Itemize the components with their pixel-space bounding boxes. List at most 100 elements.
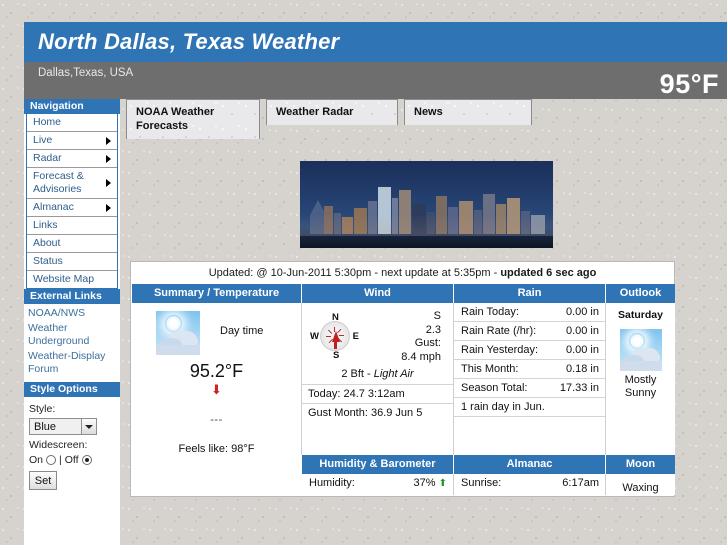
rain-row-value: 17.33 in	[559, 382, 599, 394]
tab-bar: NOAA Weather Forecasts Weather Radar New…	[126, 99, 727, 139]
current-temperature: 95°F	[659, 69, 719, 99]
rain-row-label: Rain Rate (/hr):	[461, 325, 537, 337]
column-header-rain: Rain	[454, 284, 606, 303]
rain-cell: Rain Today: 0.00 in Rain Rate (/hr): 0.0…	[454, 303, 606, 455]
weather-data-row: Day time 95.2°F ⬇ --- Feels like: 98°F N…	[132, 303, 675, 455]
external-link-noaa-nws[interactable]: NOAA/NWS	[26, 306, 120, 321]
sidebar-item-label: Radar	[33, 152, 62, 164]
rain-row-label: Rain Today:	[461, 306, 519, 318]
column-header-summary: Summary / Temperature	[132, 284, 302, 303]
outlook-day: Saturday	[618, 309, 663, 321]
chevron-right-icon	[106, 154, 111, 163]
sidebar-item-label: Almanac	[33, 201, 74, 213]
rain-row: This Month: 0.18 in	[454, 360, 605, 379]
moon-phase: Waxing	[622, 482, 659, 494]
mostly-sunny-icon	[156, 311, 200, 355]
column-header-moon: Moon	[606, 455, 675, 474]
humidity-trend-up-icon: ⬆	[438, 478, 447, 489]
weather-summary-panel: Updated: @ 10-Jun-2011 5:30pm - next upd…	[130, 261, 675, 497]
sidebar-item-label: Links	[33, 219, 58, 231]
column-header-wind: Wind	[302, 284, 454, 303]
chevron-right-icon	[106, 203, 111, 212]
sidebar-item-forecast-advisories[interactable]: Forecast & Advisories	[27, 168, 117, 199]
chevron-down-icon	[81, 419, 96, 434]
almanac-cell: Sunrise: 6:17am	[454, 474, 606, 495]
rain-row-value: 0.00 in	[565, 306, 599, 318]
secondary-data-row: Humidity: 37% ⬆ Sunrise: 6:17am Waxing	[132, 474, 675, 495]
secondary-header-spacer	[132, 455, 302, 474]
location-label: Dallas,Texas, USA	[38, 67, 134, 79]
summary-dashes: ---	[210, 414, 223, 426]
sidebar-item-live[interactable]: Live	[27, 132, 117, 150]
style-options-heading: Style Options	[24, 382, 120, 397]
summary-icon-row: Day time	[138, 311, 295, 355]
tab-noaa-weather-forecasts[interactable]: NOAA Weather Forecasts	[126, 99, 260, 139]
sunrise-label: Sunrise:	[461, 477, 502, 489]
weather-column-headers: Summary / Temperature Wind Rain Outlook	[132, 284, 675, 303]
sidebar-item-home[interactable]: Home	[27, 114, 117, 132]
set-button[interactable]: Set	[29, 471, 57, 490]
external-link-weather-underground[interactable]: Weather Underground	[26, 321, 120, 349]
sidebar: Navigation Home Live Radar Forecast & Ad…	[24, 99, 120, 545]
beaufort-description: Light Air	[373, 368, 414, 380]
sidebar-navigation-heading: Navigation	[24, 99, 120, 114]
wind-gust-month-row: Gust Month: 36.9 Jun 5	[302, 403, 453, 422]
compass-south-label: S	[333, 350, 340, 361]
update-status-ago: updated 6 sec ago	[500, 267, 597, 279]
beaufort-number: 2 Bft -	[341, 368, 374, 380]
moon-cell: Waxing	[606, 474, 675, 495]
tab-news[interactable]: News	[404, 99, 532, 125]
secondary-row-spacer	[132, 474, 302, 495]
wind-direction: S	[433, 310, 441, 322]
sidebar-item-almanac[interactable]: Almanac	[27, 199, 117, 217]
widescreen-off-radio[interactable]	[81, 455, 92, 465]
page-container: North Dallas, Texas Weather Dallas,Texas…	[24, 22, 727, 545]
sidebar-item-label: Live	[33, 134, 53, 146]
chevron-right-icon	[106, 136, 111, 145]
style-select[interactable]: Blue	[29, 418, 97, 435]
column-header-almanac: Almanac	[454, 455, 606, 474]
humidity-cell: Humidity: 37% ⬆	[302, 474, 454, 495]
humidity-value: 37%	[413, 477, 436, 489]
sidebar-item-about[interactable]: About	[27, 235, 117, 253]
tab-weather-radar[interactable]: Weather Radar	[266, 99, 398, 125]
rain-row-label: This Month:	[461, 363, 519, 375]
summary-temperature-value: 95.2°F	[189, 361, 244, 381]
style-label: Style:	[29, 403, 56, 415]
wind-speed: 2.3	[425, 323, 441, 336]
sidebar-external-links-heading: External Links	[24, 289, 120, 304]
wind-top-row: N S W E S 2.3 Gust: 8.4 mph	[302, 303, 453, 366]
humidity-label: Humidity:	[309, 477, 355, 489]
outlook-condition-line2: Sunny	[624, 387, 657, 399]
secondary-column-headers: Humidity & Barometer Almanac Moon	[132, 455, 675, 474]
widescreen-on-label: On	[29, 454, 44, 466]
summary-temperature-cell: Day time 95.2°F ⬇ --- Feels like: 98°F	[132, 303, 302, 455]
sidebar-item-links[interactable]: Links	[27, 217, 117, 235]
sidebar-item-status[interactable]: Status	[27, 253, 117, 271]
external-link-weather-display-forum[interactable]: Weather-Display Forum	[26, 349, 120, 377]
sunrise-value: 6:17am	[562, 477, 599, 489]
rain-row-value: 0.00 in	[565, 325, 599, 337]
sidebar-item-label: Forecast & Advisories	[33, 170, 84, 195]
widescreen-radio-group: On | Off	[29, 454, 115, 466]
body-wrapper: Navigation Home Live Radar Forecast & Ad…	[24, 99, 727, 545]
rain-row-value: 0.18 in	[565, 363, 599, 375]
widescreen-on-radio[interactable]	[46, 455, 57, 465]
wind-today-row: Today: 24.7 3:12am	[302, 384, 453, 403]
mostly-sunny-icon	[619, 329, 662, 371]
compass-west-label: W	[310, 331, 319, 342]
widescreen-label: Widescreen:	[29, 439, 88, 451]
rain-row: Rain Yesterday: 0.00 in	[454, 341, 605, 360]
style-select-value: Blue	[34, 420, 57, 433]
sidebar-item-radar[interactable]: Radar	[27, 150, 117, 168]
sidebar-item-website-map[interactable]: Website Map	[27, 271, 117, 288]
wind-beaufort: 2 Bft - Light Air	[302, 366, 453, 384]
wind-readout: S 2.3 Gust: 8.4 mph	[358, 309, 449, 364]
daytime-label: Day time	[220, 325, 264, 337]
compass-east-label: E	[352, 331, 359, 342]
feels-like-label: Feels like: 98°F	[178, 443, 255, 455]
rain-row-value: 0.00 in	[565, 344, 599, 356]
sidebar-item-label: Website Map	[33, 273, 95, 285]
wind-cell: N S W E S 2.3 Gust: 8.4 mph 2 Bft - Ligh…	[302, 303, 454, 455]
column-header-outlook: Outlook	[606, 284, 675, 303]
